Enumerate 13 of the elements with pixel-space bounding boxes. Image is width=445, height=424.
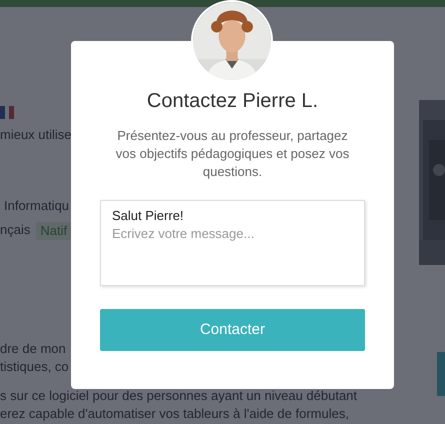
language-name: nçais [0,222,30,239]
modal-title: Contactez Pierre L. [146,89,320,113]
paragraph-line: tistiques, co [0,358,69,376]
subject-text: Informatiqu [3,198,70,214]
message-field[interactable]: Salut Pierre! Ecrivez votre message... [100,200,365,286]
level-tag: Natif [36,222,72,240]
modal-description: Présentez-vous au professeur, partagez vos objectifs pédagogiques et posez vos questions. [114,127,350,181]
paragraph-line: s sur ce logiciel pour des personnes ayant un niveau débutant [0,387,358,405]
paragraph-line: dre de mon [0,340,66,358]
side-button[interactable] [437,352,445,396]
intro-text: mieux utilise [0,127,72,143]
paragraph-line: erez capable d'automatiser vos tableurs à l'aide de formules, [0,405,349,423]
flag-icon [0,106,14,119]
